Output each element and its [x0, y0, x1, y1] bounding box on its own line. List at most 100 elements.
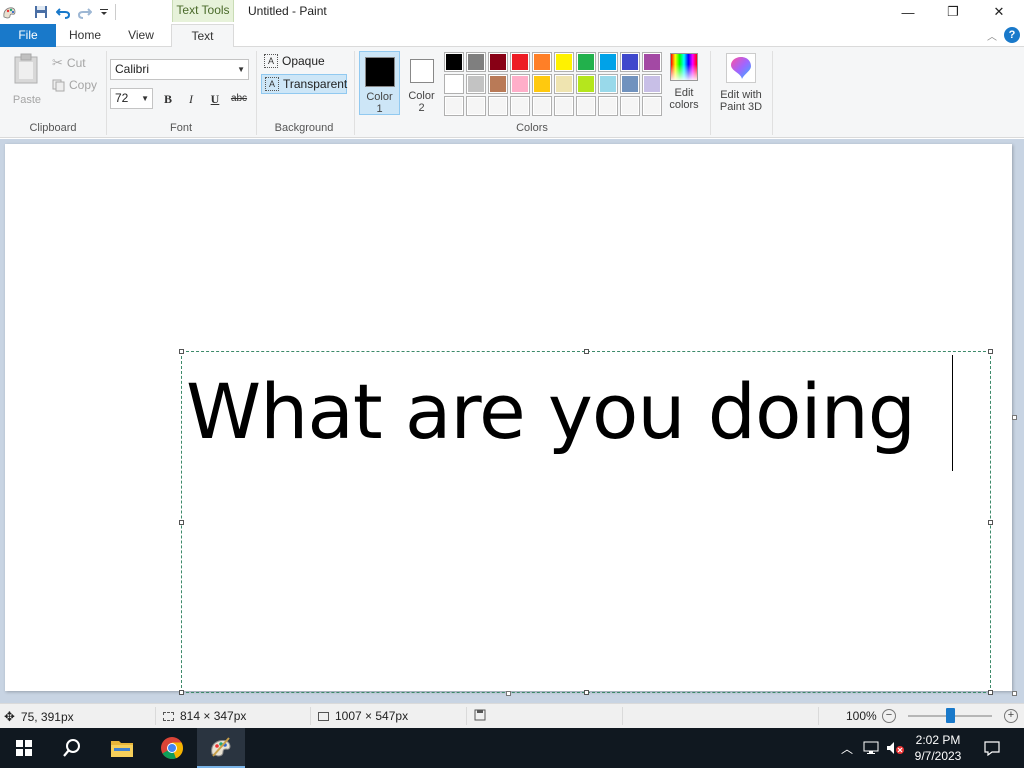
file-explorer-button[interactable]: [98, 728, 146, 768]
system-clock[interactable]: 2:02 PM 9/7/2023: [906, 732, 970, 764]
minimize-button[interactable]: —: [885, 0, 931, 24]
palette-color-swatch[interactable]: [620, 74, 640, 94]
transparent-icon: A: [265, 77, 279, 91]
strikethrough-button[interactable]: abc: [228, 90, 250, 108]
zoom-out-button[interactable]: −: [882, 709, 896, 723]
italic-button[interactable]: I: [182, 90, 200, 108]
resize-handle[interactable]: [584, 349, 589, 354]
resize-handle[interactable]: [988, 520, 993, 525]
search-button[interactable]: [48, 728, 96, 768]
paint-app-icon[interactable]: [1, 4, 17, 20]
resize-handle[interactable]: [179, 690, 184, 695]
clock-time: 2:02 PM: [915, 733, 961, 747]
palette-color-swatch[interactable]: [510, 74, 530, 94]
edit-with-paint3d-button[interactable]: Edit with Paint 3D: [714, 53, 768, 113]
palette-color-swatch[interactable]: [598, 96, 618, 116]
resize-handle[interactable]: [988, 349, 993, 354]
paint-icon: [211, 737, 231, 757]
chrome-button[interactable]: [148, 728, 196, 768]
underline-button[interactable]: U: [206, 90, 224, 108]
font-size-select[interactable]: 72 ▼: [110, 88, 153, 109]
transparent-button[interactable]: A Transparent: [261, 74, 347, 94]
palette-color-swatch[interactable]: [488, 74, 508, 94]
canvas-workspace: What are you doing: [0, 139, 1024, 703]
palette-color-swatch[interactable]: [444, 52, 464, 72]
palette-color-swatch[interactable]: [488, 52, 508, 72]
copy-button[interactable]: Copy: [52, 77, 97, 93]
taskbar: ︿ 2:02 PM 9/7/2023: [0, 728, 1024, 768]
palette-color-swatch[interactable]: [444, 74, 464, 94]
network-icon[interactable]: [860, 728, 882, 768]
color1-button[interactable]: Color 1: [359, 51, 400, 115]
resize-handle[interactable]: [179, 349, 184, 354]
palette-color-swatch[interactable]: [488, 96, 508, 116]
palette-color-swatch[interactable]: [554, 52, 574, 72]
palette-color-swatch[interactable]: [642, 96, 662, 116]
file-size: [474, 709, 486, 721]
resize-handle[interactable]: [179, 520, 184, 525]
close-button[interactable]: ✕: [976, 0, 1022, 24]
palette-color-swatch[interactable]: [620, 96, 640, 116]
tab-file[interactable]: File: [0, 24, 56, 47]
show-hidden-icons-button[interactable]: ︿: [838, 728, 856, 768]
text-box[interactable]: What are you doing: [179, 349, 993, 695]
zoom-in-button[interactable]: +: [1004, 709, 1018, 723]
cut-button[interactable]: ✂ Cut: [52, 55, 86, 71]
palette-color-swatch[interactable]: [642, 52, 662, 72]
canvas-text[interactable]: What are you doing: [186, 362, 916, 462]
resize-handle[interactable]: [584, 690, 589, 695]
redo-icon[interactable]: [77, 4, 93, 20]
palette-color-swatch[interactable]: [576, 52, 596, 72]
ribbon-tab-row: File Home View Text ︿ ?: [0, 24, 1024, 48]
copy-icon: [52, 79, 65, 91]
color2-label: Color 2: [408, 90, 435, 114]
font-family-value: Calibri: [115, 62, 150, 76]
zoom-slider-thumb[interactable]: [946, 708, 955, 723]
notification-center-button[interactable]: [978, 728, 1006, 768]
color2-button[interactable]: Color 2: [401, 51, 442, 115]
palette-color-swatch[interactable]: [510, 52, 530, 72]
palette-color-swatch[interactable]: [510, 96, 530, 116]
opaque-button[interactable]: A Opaque: [261, 52, 347, 72]
paint-taskbar-button[interactable]: [197, 728, 245, 768]
palette-color-swatch[interactable]: [466, 74, 486, 94]
customize-toolbar-icon[interactable]: [96, 4, 112, 20]
start-button[interactable]: [0, 728, 48, 768]
undo-icon[interactable]: [55, 4, 71, 20]
bold-button[interactable]: B: [159, 90, 177, 108]
cursor-position-value: 75, 391px: [20, 710, 74, 724]
palette-color-swatch[interactable]: [532, 52, 552, 72]
tab-view[interactable]: View: [116, 24, 166, 47]
volume-muted-icon[interactable]: [884, 728, 906, 768]
palette-color-swatch[interactable]: [554, 74, 574, 94]
palette-color-swatch[interactable]: [444, 96, 464, 116]
minimize-ribbon-icon[interactable]: ︿: [985, 28, 999, 43]
paste-button[interactable]: Paste: [8, 53, 46, 106]
canvas-resize-handle[interactable]: [506, 691, 511, 696]
tab-home[interactable]: Home: [60, 24, 110, 47]
palette-color-swatch[interactable]: [576, 74, 596, 94]
save-icon[interactable]: [33, 4, 49, 20]
palette-color-swatch[interactable]: [466, 52, 486, 72]
move-cursor-icon: ✥: [4, 709, 15, 724]
help-icon[interactable]: ?: [1004, 27, 1020, 43]
palette-color-swatch[interactable]: [532, 74, 552, 94]
edit-colors-button[interactable]: Edit colors: [664, 53, 704, 111]
palette-color-swatch[interactable]: [554, 96, 574, 116]
palette-color-swatch[interactable]: [642, 74, 662, 94]
opaque-icon: A: [264, 54, 278, 68]
palette-color-swatch[interactable]: [466, 96, 486, 116]
palette-color-swatch[interactable]: [576, 96, 596, 116]
resize-handle[interactable]: [988, 690, 993, 695]
drawing-canvas[interactable]: What are you doing: [5, 144, 1012, 695]
tab-text[interactable]: Text: [171, 24, 234, 48]
palette-color-swatch[interactable]: [532, 96, 552, 116]
canvas-resize-handle[interactable]: [1012, 691, 1017, 696]
canvas-resize-handle[interactable]: [1012, 415, 1017, 420]
selection-size-value: 814 × 347px: [180, 709, 247, 723]
palette-color-swatch[interactable]: [620, 52, 640, 72]
maximize-button[interactable]: ❐: [930, 0, 976, 24]
palette-color-swatch[interactable]: [598, 52, 618, 72]
font-family-select[interactable]: Calibri ▼: [110, 59, 249, 80]
palette-color-swatch[interactable]: [598, 74, 618, 94]
